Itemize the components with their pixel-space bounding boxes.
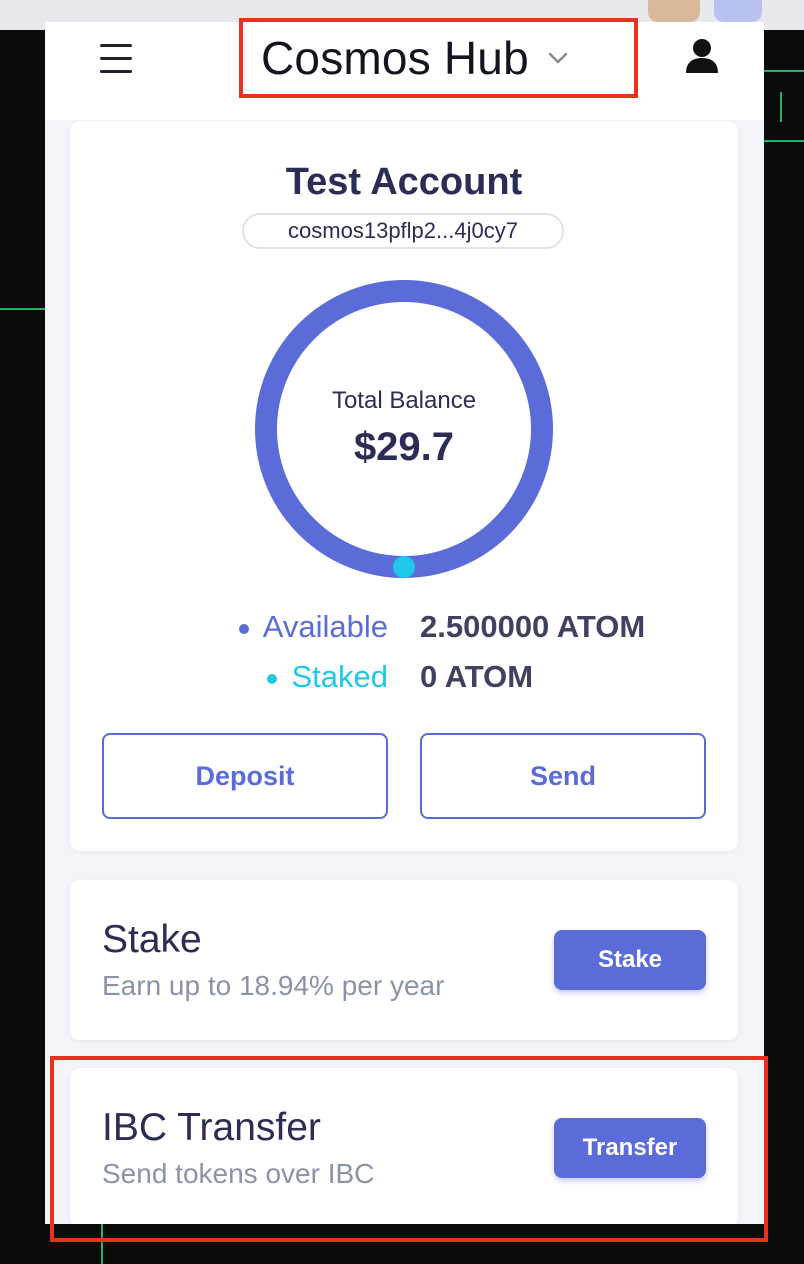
balance-row-available: Available 2.500000 ATOM: [70, 607, 738, 647]
total-balance-label: Total Balance: [331, 387, 477, 414]
staked-value: 0 ATOM: [420, 659, 534, 694]
stake-card: Stake Earn up to 18.94% per year Stake: [70, 880, 738, 1040]
available-value: 2.500000 ATOM: [420, 609, 646, 644]
top-bar: Cosmos Hub: [45, 22, 764, 120]
terminal-line: [780, 92, 782, 122]
menu-icon[interactable]: [99, 42, 133, 76]
keplr-extension-icon[interactable]: [714, 0, 762, 22]
balance-row-staked: Staked 0 ATOM: [70, 657, 738, 697]
staked-label: Staked: [291, 659, 388, 694]
address-pill[interactable]: cosmos13pflp2...4j0cy7: [242, 213, 564, 249]
account-name: Test Account: [285, 161, 523, 203]
available-dot-icon: [238, 623, 249, 634]
stake-button[interactable]: Stake: [554, 930, 706, 990]
staked-marker: [393, 556, 415, 578]
chevron-down-icon: [548, 52, 568, 64]
terminal-line: [101, 1224, 103, 1264]
wallet-popup: Cosmos Hub Test Account cosmos13pflp2...…: [45, 22, 764, 1224]
ibc-subtitle: Send tokens over IBC: [102, 1158, 375, 1189]
available-label: Available: [262, 609, 388, 644]
send-button[interactable]: Send: [420, 733, 706, 819]
stake-subtitle: Earn up to 18.94% per year: [102, 970, 445, 1001]
metamask-extension-icon[interactable]: [648, 0, 700, 22]
stake-title: Stake: [102, 918, 202, 961]
terminal-line: [764, 140, 804, 142]
staked-dot-icon: [267, 673, 278, 684]
terminal-line: [764, 70, 804, 72]
account-card: Test Account cosmos13pflp2...4j0cy7 Tota…: [70, 121, 738, 851]
ibc-transfer-card: IBC Transfer Send tokens over IBC Transf…: [70, 1068, 738, 1224]
network-name: Cosmos Hub: [261, 32, 529, 84]
total-balance-value: $29.7: [353, 425, 455, 469]
transfer-button[interactable]: Transfer: [554, 1118, 706, 1178]
terminal-line: [0, 308, 45, 310]
user-icon[interactable]: [685, 38, 719, 74]
deposit-button[interactable]: Deposit: [102, 733, 388, 819]
ibc-title: IBC Transfer: [102, 1106, 321, 1149]
network-selector[interactable]: Cosmos Hub: [261, 28, 569, 88]
